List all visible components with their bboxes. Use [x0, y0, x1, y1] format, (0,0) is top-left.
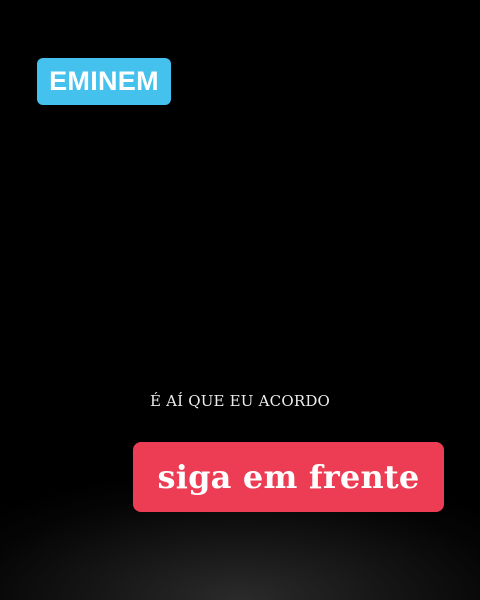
- video-frame: EMINEM É AÍ QUE EU ACORDO siga em frente: [0, 0, 480, 600]
- siga-em-frente-button[interactable]: siga em frente: [133, 442, 444, 512]
- artist-name: EMINEM: [49, 66, 159, 96]
- artist-badge: EMINEM: [37, 58, 171, 105]
- lyric-caption: É AÍ QUE EU ACORDO: [149, 392, 331, 410]
- siga-em-frente-label: siga em frente: [157, 458, 420, 496]
